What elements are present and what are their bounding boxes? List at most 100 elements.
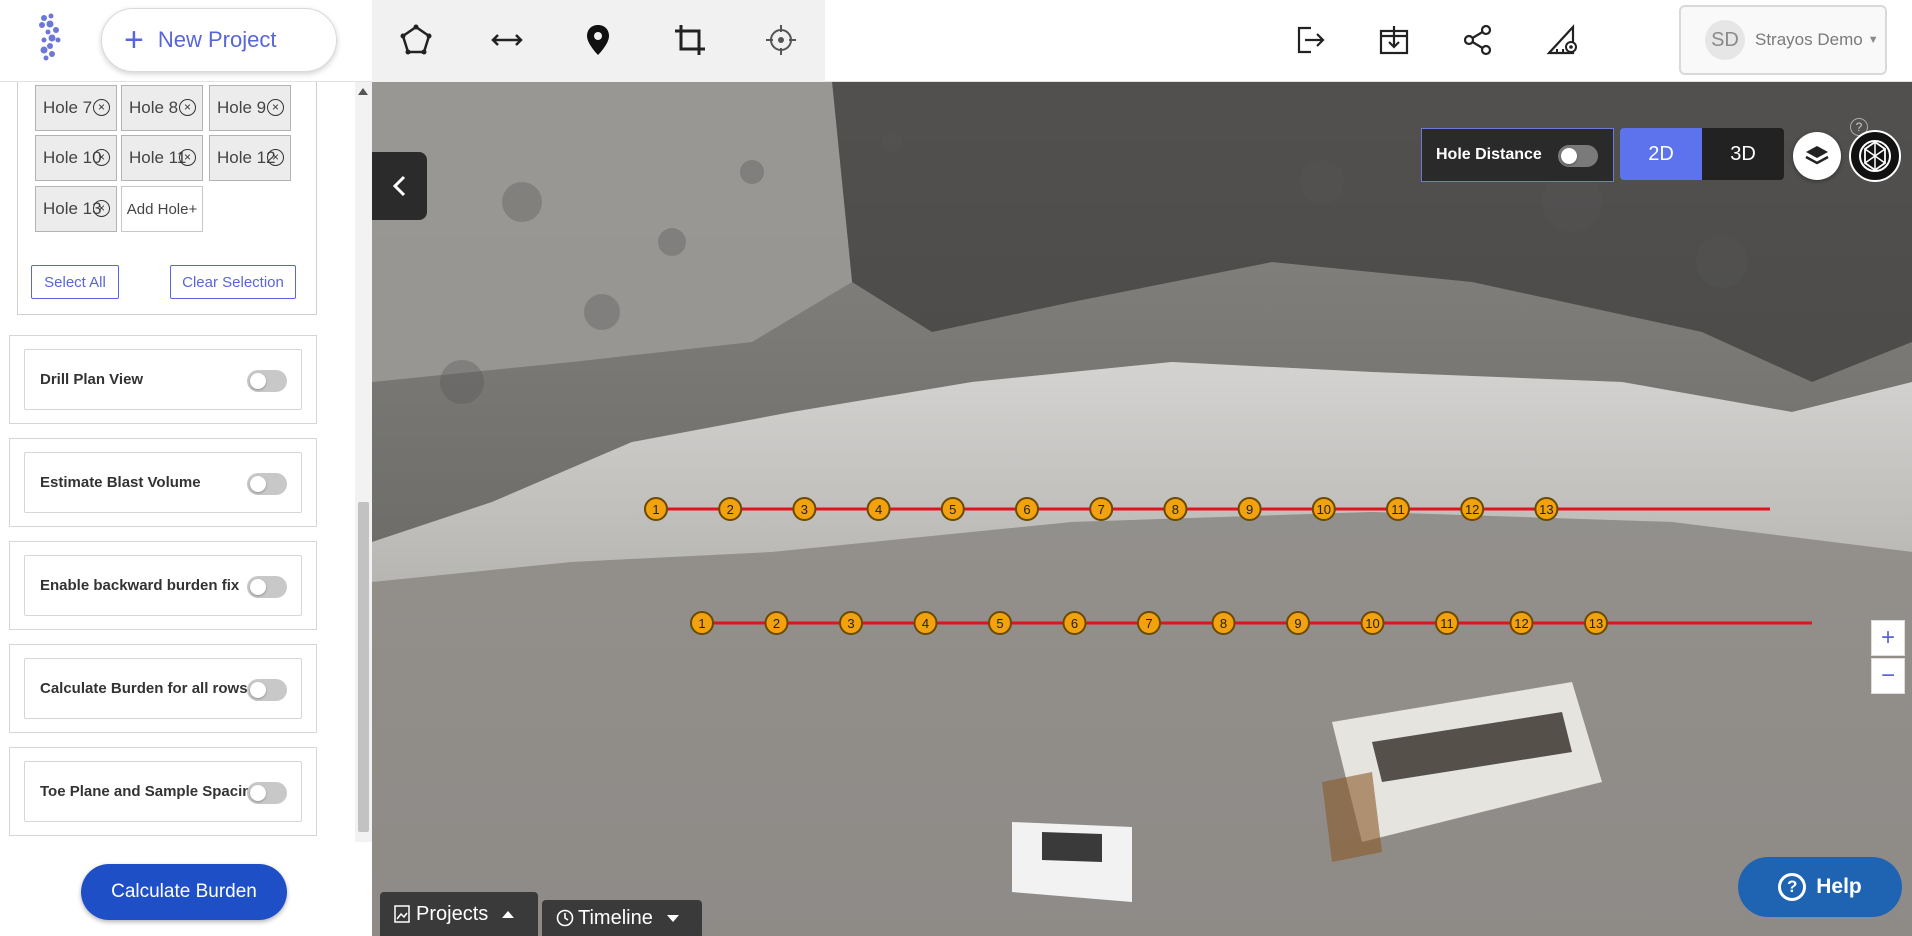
new-project-label: New Project xyxy=(157,27,277,52)
add-hole-button[interactable]: Add Hole+ xyxy=(121,186,203,232)
remove-circle-icon[interactable]: × xyxy=(93,99,110,116)
remove-circle-icon[interactable]: × xyxy=(179,149,196,166)
drill-hole-marker[interactable]: 2 xyxy=(718,497,743,521)
option-label: Calculate Burden for all rows xyxy=(40,680,248,697)
drill-hole-marker[interactable]: 11 xyxy=(1386,497,1410,521)
drill-hole-number: 6 xyxy=(1023,502,1030,517)
drill-hole-number: 10 xyxy=(1317,502,1331,517)
remove-circle-icon[interactable]: × xyxy=(267,149,284,166)
drill-hole-number: 8 xyxy=(1172,502,1179,517)
drill-hole-marker[interactable]: 1 xyxy=(690,611,714,635)
drill-hole-number: 11 xyxy=(1391,502,1405,517)
drill-hole-marker[interactable]: 7 xyxy=(1137,611,1161,635)
crop-icon[interactable] xyxy=(666,16,714,64)
hole-chip[interactable]: Hole 13 × xyxy=(35,186,117,232)
user-menu[interactable]: SD Strayos Demo ▼ xyxy=(1679,5,1887,75)
clear-selection-button[interactable]: Clear Selection xyxy=(170,265,296,299)
sidebar: Hole 7 × Hole 8 × Hole 9 × Hole 10 × Hol… xyxy=(0,82,372,936)
drill-hole-marker[interactable]: 11 xyxy=(1435,611,1459,635)
remove-circle-icon[interactable]: × xyxy=(179,99,196,116)
globe-button[interactable] xyxy=(1849,130,1901,182)
drill-hole-number: 3 xyxy=(801,502,808,517)
polygon-icon[interactable] xyxy=(392,16,440,64)
hole-chip-label: Hole 7 xyxy=(43,98,93,117)
new-project-button[interactable]: + New Project xyxy=(101,8,337,72)
drill-hole-number: 9 xyxy=(1294,616,1301,631)
drill-hole-marker[interactable]: 12 xyxy=(1509,611,1534,635)
drill-hole-marker[interactable]: 12 xyxy=(1460,497,1485,521)
drill-hole-marker[interactable]: 2 xyxy=(764,611,789,635)
drill-hole-marker[interactable]: 3 xyxy=(839,611,863,635)
scroll-up-arrow-icon[interactable] xyxy=(358,88,368,95)
drill-hole-number: 12 xyxy=(1514,616,1528,631)
hole-chip[interactable]: Hole 8 × xyxy=(121,85,203,131)
share-icon[interactable] xyxy=(1454,16,1502,64)
estimate-blast-volume-toggle[interactable] xyxy=(247,473,287,495)
top-toolbar: + New Project SD Strayos Demo ▼ xyxy=(0,0,1912,82)
hole-chip[interactable]: Hole 10 × xyxy=(35,135,117,181)
option-row: Drill Plan View xyxy=(24,349,302,410)
drill-hole-marker[interactable]: 8 xyxy=(1163,497,1188,521)
drill-hole-marker[interactable]: 6 xyxy=(1015,497,1039,521)
drill-hole-marker[interactable]: 4 xyxy=(866,497,891,521)
drill-hole-marker[interactable]: 5 xyxy=(940,497,965,521)
drill-hole-marker[interactable]: 9 xyxy=(1286,611,1310,635)
layers-icon xyxy=(1805,146,1829,165)
select-all-button[interactable]: Select All xyxy=(31,265,119,299)
app-logo[interactable] xyxy=(34,12,74,62)
drill-hole-marker[interactable]: 10 xyxy=(1360,611,1385,635)
settings-triangle-icon[interactable] xyxy=(1538,16,1586,64)
toe-plane-toggle[interactable] xyxy=(247,782,287,804)
backward-burden-fix-toggle[interactable] xyxy=(247,576,287,598)
location-pin-icon[interactable] xyxy=(574,16,622,64)
remove-circle-icon[interactable]: × xyxy=(93,200,110,217)
view-2d-button[interactable]: 2D xyxy=(1620,128,1702,180)
calculate-burden-button[interactable]: Calculate Burden xyxy=(81,864,287,920)
hole-chip[interactable]: Hole 11 × xyxy=(121,135,203,181)
collapse-sidebar-button[interactable] xyxy=(372,152,427,220)
option-row: Enable backward burden fix xyxy=(24,555,302,616)
sidebar-scrollbar[interactable] xyxy=(355,82,372,842)
remove-circle-icon[interactable]: × xyxy=(267,99,284,116)
hole-distance-control: Hole Distance xyxy=(1421,128,1614,182)
zoom-in-button[interactable]: + xyxy=(1871,620,1905,656)
hole-chip[interactable]: Hole 9 × xyxy=(209,85,291,131)
drill-hole-marker[interactable]: 13 xyxy=(1584,611,1608,635)
drill-hole-marker[interactable]: 6 xyxy=(1062,611,1087,635)
drill-hole-marker[interactable]: 5 xyxy=(988,611,1012,635)
map-view[interactable]: 1 2 3 4 5 6 7 8 9 10 11 12 13 1 2 3 4 5 6 7 8 9 10 11 12 13 Hole… xyxy=(372,82,1912,936)
projects-label: Projects xyxy=(416,902,489,925)
hole-chip[interactable]: Hole 7 × xyxy=(35,85,117,131)
target-icon[interactable] xyxy=(757,16,805,64)
drill-hole-marker[interactable]: 3 xyxy=(792,497,817,521)
burden-all-rows-toggle[interactable] xyxy=(247,679,287,701)
timeline-panel-button[interactable]: Timeline xyxy=(542,900,702,936)
zoom-out-button[interactable]: − xyxy=(1871,658,1905,694)
drill-hole-marker[interactable]: 10 xyxy=(1311,497,1336,521)
drill-hole-number: 4 xyxy=(922,616,929,631)
drill-hole-number: 11 xyxy=(1440,616,1454,631)
projects-panel-button[interactable]: Projects xyxy=(380,892,538,936)
scroll-thumb[interactable] xyxy=(358,502,369,832)
view-3d-button[interactable]: 3D xyxy=(1702,128,1784,180)
drill-hole-marker[interactable]: 4 xyxy=(913,611,938,635)
hole-chip[interactable]: Hole 12 × xyxy=(209,135,291,181)
drill-hole-number: 2 xyxy=(727,502,734,517)
help-button[interactable]: ? Help xyxy=(1738,857,1902,917)
drill-hole-marker[interactable]: 9 xyxy=(1237,497,1262,521)
drill-hole-marker[interactable]: 8 xyxy=(1211,611,1236,635)
drill-hole-number: 2 xyxy=(773,616,780,631)
remove-circle-icon[interactable]: × xyxy=(93,149,110,166)
drill-hole-number: 6 xyxy=(1071,616,1078,631)
drill-plan-view-toggle[interactable] xyxy=(247,370,287,392)
measure-distance-icon[interactable] xyxy=(483,16,531,64)
download-icon[interactable] xyxy=(1370,16,1418,64)
hole-distance-toggle[interactable] xyxy=(1558,145,1598,167)
layers-button[interactable] xyxy=(1793,132,1841,180)
export-icon[interactable] xyxy=(1286,16,1334,64)
drill-hole-marker[interactable]: 13 xyxy=(1534,497,1559,521)
drill-hole-marker[interactable]: 1 xyxy=(644,497,668,521)
drill-hole-marker[interactable]: 7 xyxy=(1089,497,1114,521)
plus-icon: + xyxy=(124,21,144,59)
avatar: SD xyxy=(1705,20,1745,60)
